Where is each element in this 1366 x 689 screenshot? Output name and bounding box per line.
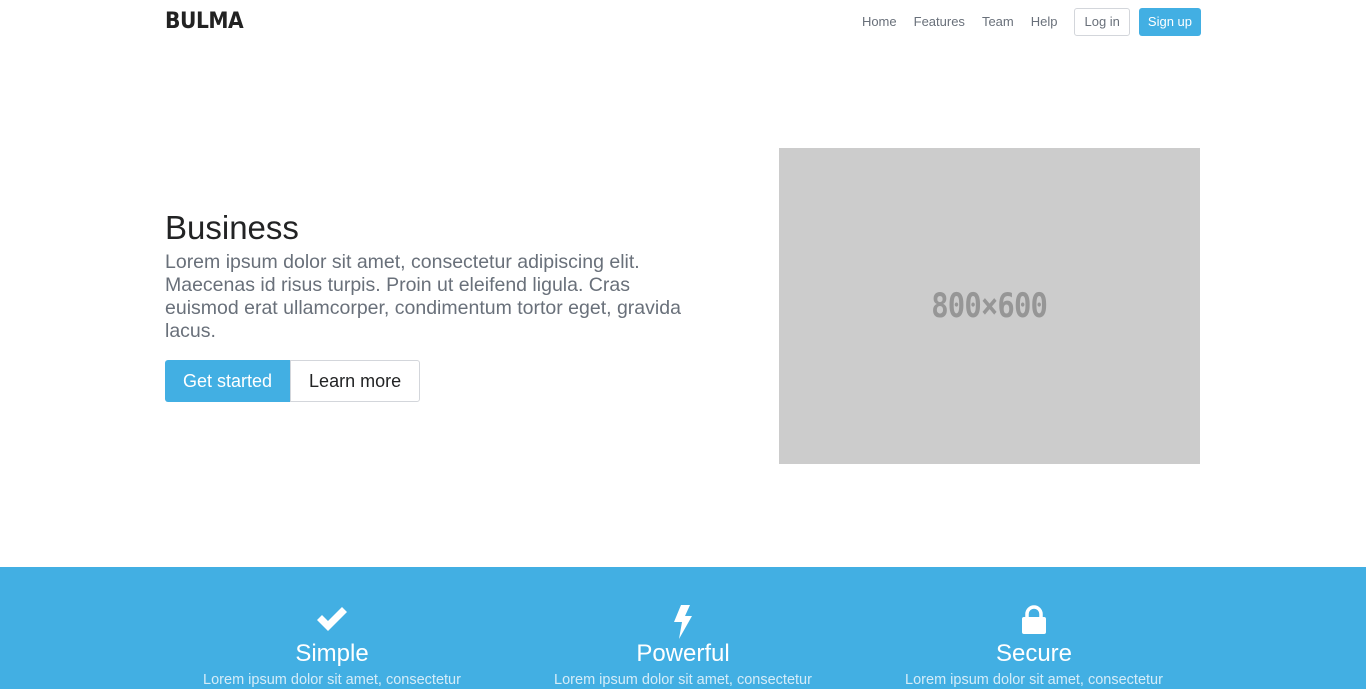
bolt-icon (673, 605, 693, 644)
nav-link-features[interactable]: Features (914, 8, 965, 36)
navbar: BULMA Home Features Team Help Log in Sig… (0, 0, 1366, 44)
feature-title: Simple (295, 640, 369, 667)
hero-title: Business (165, 209, 299, 246)
nav-links: Home Features Team Help Log in Sign up (862, 8, 1201, 36)
feature-title: Powerful (636, 640, 730, 667)
features-section: Simple Lorem ipsum dolor sit amet, conse… (0, 567, 1366, 689)
hero-image-placeholder: 800×600 (779, 148, 1200, 464)
nav-link-home[interactable]: Home (862, 8, 897, 36)
logo[interactable]: BULMA (165, 9, 244, 35)
feature-text: Lorem ipsum dolor sit amet, consectetur (554, 672, 812, 688)
learn-more-button[interactable]: Learn more (290, 360, 421, 402)
get-started-button[interactable]: Get started (165, 360, 291, 402)
feature-title: Secure (995, 640, 1073, 667)
feature-text: Lorem ipsum dolor sit amet, consectetur (203, 672, 461, 688)
image-size-label: 800×600 (931, 286, 1049, 326)
lock-icon (1021, 605, 1047, 640)
feature-text: Lorem ipsum dolor sit amet, consectetur (905, 672, 1163, 688)
login-button[interactable]: Log in (1074, 8, 1130, 36)
hero-buttons: Get started Learn more (165, 360, 421, 402)
nav-link-help[interactable]: Help (1031, 8, 1058, 36)
hero-subtitle: Lorem ipsum dolor sit amet, consectetur … (165, 251, 681, 342)
check-icon (315, 605, 349, 638)
signup-button[interactable]: Sign up (1138, 8, 1201, 36)
nav-link-team[interactable]: Team (982, 8, 1014, 36)
